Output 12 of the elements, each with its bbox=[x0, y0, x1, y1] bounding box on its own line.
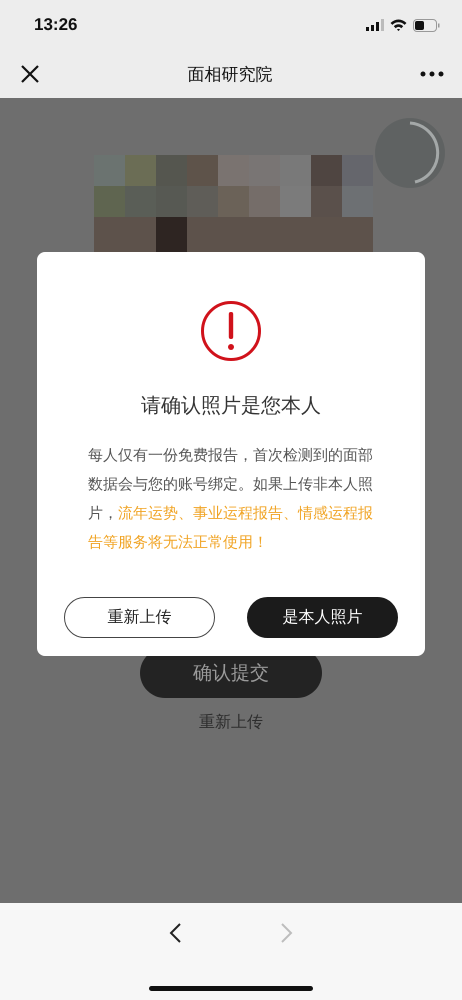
warning-icon bbox=[200, 300, 262, 362]
close-icon[interactable] bbox=[20, 64, 40, 84]
signal-icon bbox=[366, 19, 384, 31]
dialog-title: 请确认照片是您本人 bbox=[141, 392, 321, 419]
reupload-button[interactable]: 重新上传 bbox=[64, 597, 215, 638]
confirm-photo-button[interactable]: 是本人照片 bbox=[247, 597, 398, 638]
wifi-icon bbox=[390, 19, 407, 31]
dialog-message: 每人仅有一份免费报告，首次检测到的面部数据会与您的账号绑定。如果上传非本人照片，流年运势、事业运程报告、情感运程报告等服务将无法正常使用！ bbox=[88, 445, 374, 553]
more-icon[interactable] bbox=[420, 71, 444, 77]
status-time: 13:26 bbox=[34, 15, 78, 35]
page-title: 面相研究院 bbox=[188, 64, 272, 86]
battery-icon bbox=[413, 18, 440, 32]
